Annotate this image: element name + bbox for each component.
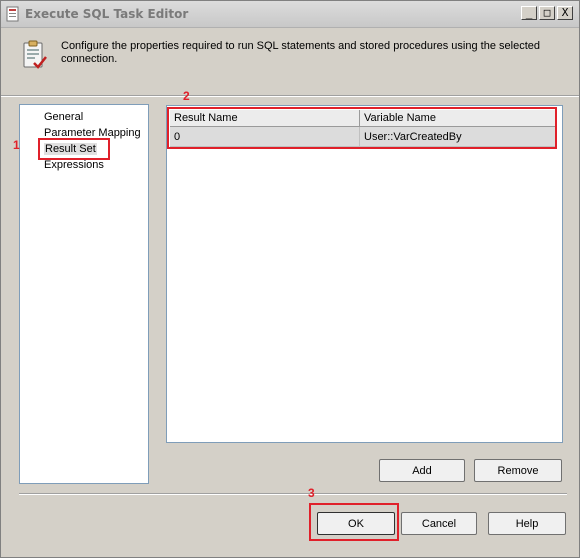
minimize-button[interactable]: _ xyxy=(521,6,537,20)
highlight-result-set xyxy=(38,138,110,160)
add-button[interactable]: Add xyxy=(379,459,465,482)
close-button[interactable]: X xyxy=(557,6,573,20)
help-button[interactable]: Help xyxy=(488,512,566,535)
highlight-ok-button xyxy=(309,503,399,541)
nav-item-expressions[interactable]: Expressions xyxy=(44,159,104,171)
dialog-window: Execute SQL Task Editor _ □ X Configure … xyxy=(0,0,580,558)
header-description: Configure the properties required to run… xyxy=(61,40,540,65)
title-bar[interactable]: Execute SQL Task Editor _ □ X xyxy=(1,1,579,28)
header-separator xyxy=(1,95,579,97)
annotation-number-2: 2 xyxy=(183,89,190,103)
clipboard-check-icon xyxy=(23,40,47,69)
cancel-button[interactable]: Cancel xyxy=(401,512,477,535)
nav-item-general[interactable]: General xyxy=(44,111,83,123)
annotation-number-1: 1 xyxy=(13,138,20,152)
nav-panel: General Parameter Mapping Result Set Exp… xyxy=(19,104,149,484)
annotation-number-3: 3 xyxy=(308,486,315,500)
caption-buttons: _ □ X xyxy=(521,6,573,20)
window-title: Execute SQL Task Editor xyxy=(25,7,189,21)
footer-separator xyxy=(19,493,567,495)
highlight-result-grid xyxy=(167,107,557,149)
maximize-button[interactable]: □ xyxy=(539,6,555,20)
remove-button[interactable]: Remove xyxy=(474,459,562,482)
result-set-panel: Result Name Variable Name 0 User::VarCre… xyxy=(166,105,563,443)
task-editor-icon xyxy=(6,6,19,22)
